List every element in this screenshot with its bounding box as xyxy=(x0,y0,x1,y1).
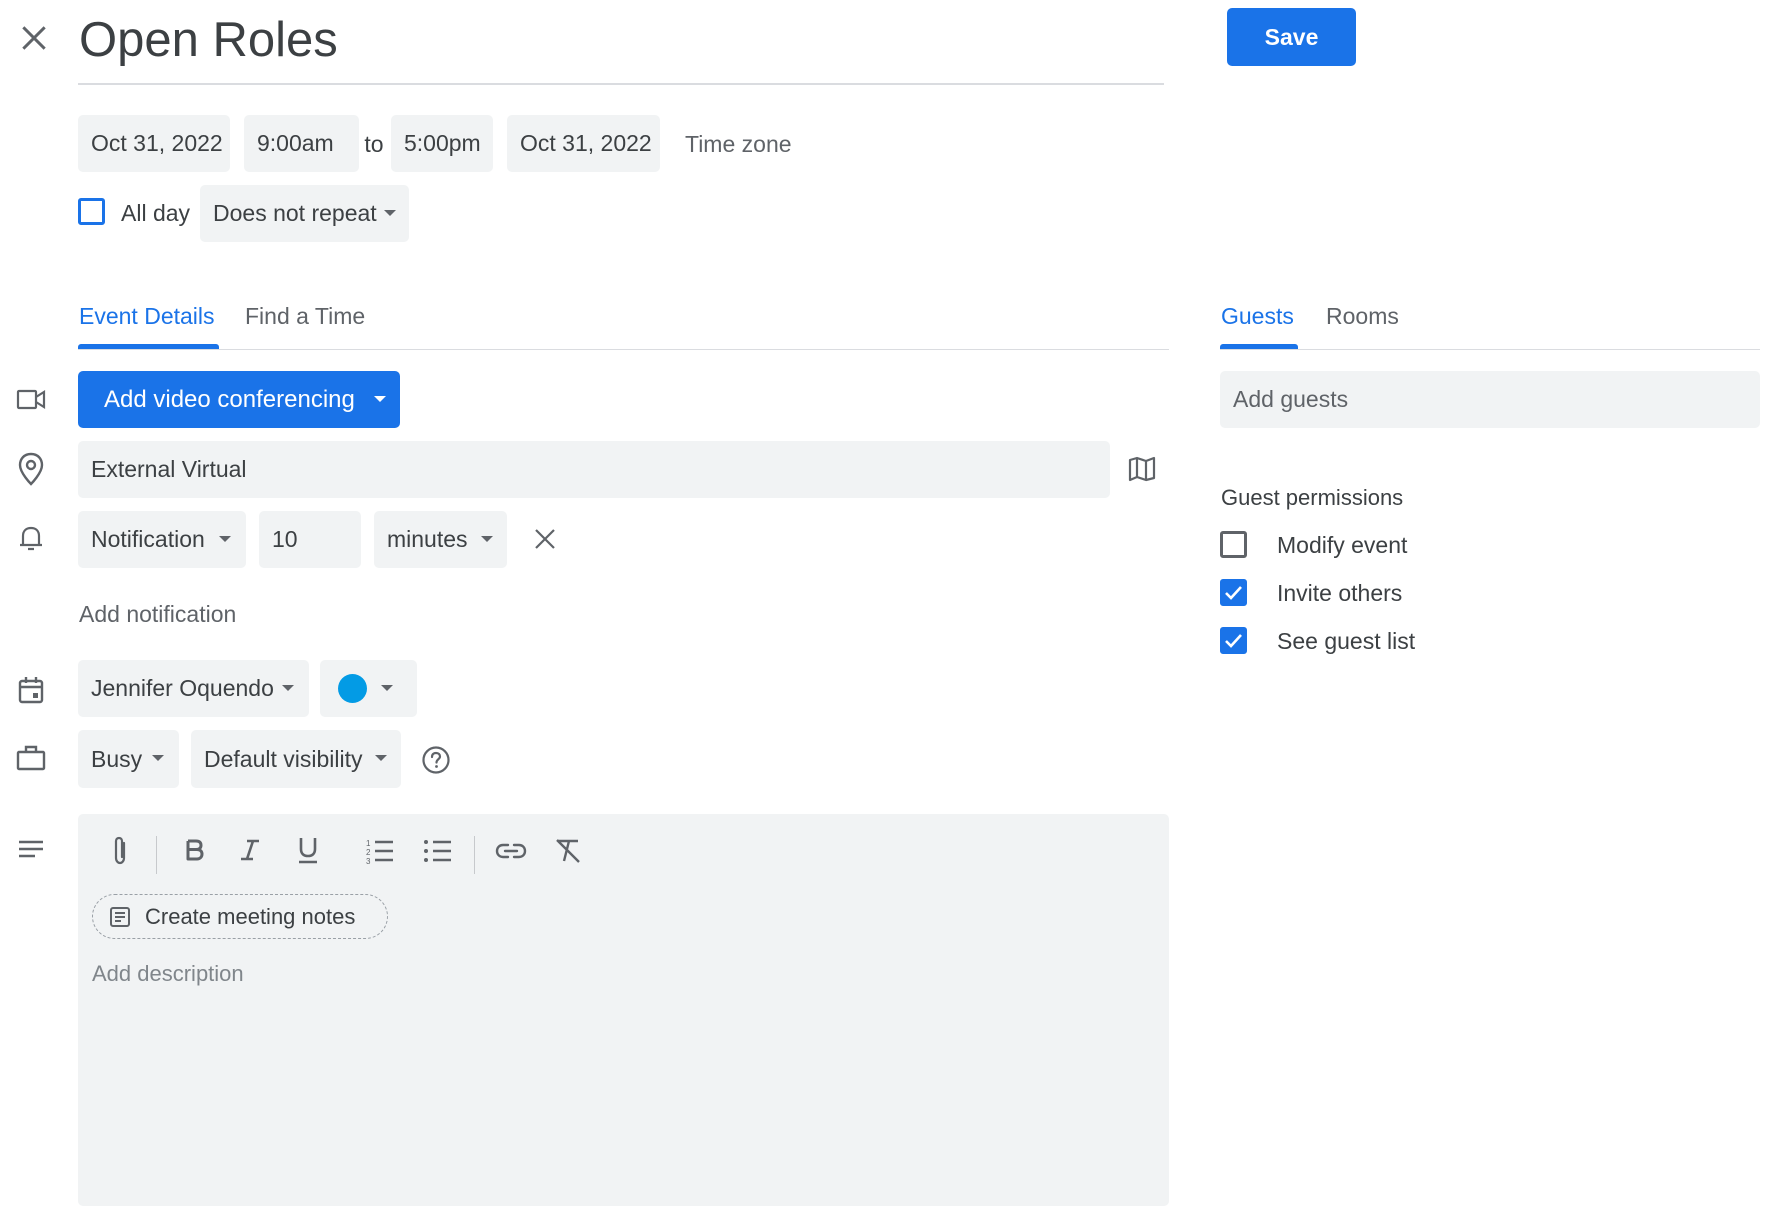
italic-icon[interactable] xyxy=(238,837,262,865)
title-underline xyxy=(78,83,1164,85)
chevron-down-icon xyxy=(152,755,164,761)
tab-rooms[interactable]: Rooms xyxy=(1326,303,1399,330)
underline-icon[interactable] xyxy=(296,835,320,865)
save-button[interactable]: Save xyxy=(1227,8,1356,66)
end-date-field[interactable]: Oct 31, 2022 xyxy=(507,115,660,172)
calendar-icon xyxy=(17,675,45,705)
tabs-divider xyxy=(78,349,1169,350)
repeat-dropdown[interactable]: Does not repeat xyxy=(200,185,409,242)
tab-find-a-time[interactable]: Find a Time xyxy=(245,303,365,330)
visibility-value: Default visibility xyxy=(204,745,363,772)
description-icon xyxy=(17,838,45,862)
timezone-link[interactable]: Time zone xyxy=(685,131,792,158)
right-tabs-divider xyxy=(1220,349,1760,350)
start-time-field[interactable]: 9:00am xyxy=(244,115,359,172)
tab-event-details[interactable]: Event Details xyxy=(79,303,215,330)
chevron-down-icon xyxy=(282,685,294,691)
invite-others-label: Invite others xyxy=(1277,580,1403,606)
chevron-down-icon xyxy=(375,755,387,761)
add-video-conferencing-button[interactable]: Add video conferencing xyxy=(78,371,400,428)
attachment-icon[interactable] xyxy=(108,835,132,867)
all-day-checkbox[interactable] xyxy=(78,198,105,225)
video-button-label: Add video conferencing xyxy=(104,385,355,413)
toolbar-separator xyxy=(156,836,157,874)
availability-value: Busy xyxy=(91,745,143,772)
all-day-label: All day xyxy=(121,200,191,226)
notification-unit-dropdown[interactable]: minutes xyxy=(374,511,507,568)
modify-event-label: Modify event xyxy=(1277,532,1408,558)
see-guest-list-checkbox[interactable] xyxy=(1220,627,1247,654)
bulleted-list-icon[interactable] xyxy=(423,837,453,865)
checkmark-icon xyxy=(1225,634,1242,648)
modify-event-checkbox[interactable] xyxy=(1220,531,1247,558)
chevron-down-icon xyxy=(381,685,393,691)
svg-text:3: 3 xyxy=(366,857,371,865)
map-icon[interactable] xyxy=(1128,456,1156,482)
notification-type-dropdown[interactable]: Notification xyxy=(78,511,246,568)
clear-formatting-icon[interactable] xyxy=(554,837,582,865)
create-meeting-notes-label: Create meeting notes xyxy=(145,903,356,929)
close-icon[interactable] xyxy=(18,22,50,54)
description-placeholder[interactable]: Add description xyxy=(92,961,244,987)
toolbar-separator xyxy=(474,836,475,874)
create-meeting-notes-button[interactable]: Create meeting notes xyxy=(92,894,388,939)
location-pin-icon xyxy=(17,452,45,486)
tab-guests[interactable]: Guests xyxy=(1221,303,1294,330)
location-input[interactable]: External Virtual xyxy=(78,441,1110,498)
color-swatch xyxy=(338,674,367,703)
svg-text:1: 1 xyxy=(366,839,371,848)
checkmark-icon xyxy=(1225,586,1242,600)
visibility-dropdown[interactable]: Default visibility xyxy=(191,730,401,788)
description-editor[interactable] xyxy=(78,814,1169,1206)
notification-type-value: Notification xyxy=(91,526,205,552)
start-date-field[interactable]: Oct 31, 2022 xyxy=(78,115,230,172)
calendar-owner-dropdown[interactable]: Jennifer Oquendo xyxy=(78,660,309,717)
chevron-down-icon xyxy=(219,536,231,542)
to-label: to xyxy=(364,131,384,157)
calendar-owner-value: Jennifer Oquendo xyxy=(91,675,274,701)
event-color-dropdown[interactable] xyxy=(320,660,417,717)
see-guest-list-label: See guest list xyxy=(1277,628,1416,654)
svg-text:2: 2 xyxy=(366,848,371,857)
availability-dropdown[interactable]: Busy xyxy=(78,730,179,788)
notification-unit-value: minutes xyxy=(387,526,468,552)
repeat-value: Does not repeat xyxy=(213,200,377,226)
help-icon[interactable] xyxy=(421,745,451,775)
chevron-down-icon xyxy=(384,210,396,216)
chevron-down-icon xyxy=(481,536,493,542)
briefcase-icon xyxy=(16,744,46,772)
bold-icon[interactable] xyxy=(182,837,206,865)
notification-amount-input[interactable]: 10 xyxy=(259,511,361,568)
end-time-field[interactable]: 5:00pm xyxy=(391,115,493,172)
numbered-list-icon[interactable]: 123 xyxy=(365,837,395,865)
chevron-down-icon[interactable] xyxy=(374,396,386,402)
document-icon xyxy=(109,906,131,928)
remove-notification-icon[interactable] xyxy=(533,527,557,551)
link-icon[interactable] xyxy=(495,840,527,862)
add-guests-input[interactable]: Add guests xyxy=(1220,371,1760,428)
guest-permissions-title: Guest permissions xyxy=(1221,485,1404,510)
invite-others-checkbox[interactable] xyxy=(1220,579,1247,606)
add-notification-link[interactable]: Add notification xyxy=(79,601,236,628)
event-title-input[interactable]: Open Roles xyxy=(79,12,338,68)
bell-icon xyxy=(17,523,45,553)
video-camera-icon xyxy=(16,386,46,414)
